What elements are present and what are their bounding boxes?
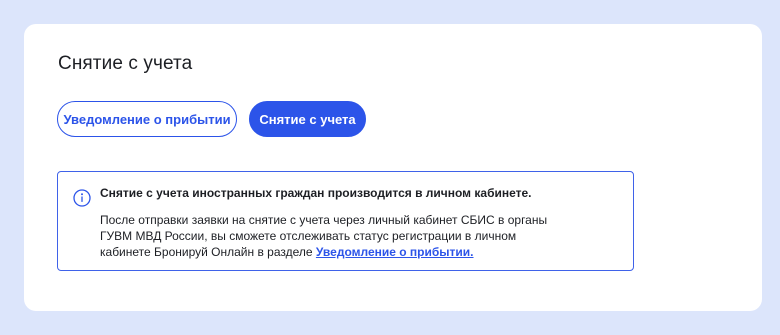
notice-heading: Снятие с учета иностранных граждан произ… — [100, 186, 532, 200]
notice-line-2: ГУВМ МВД России, вы сможете отслеживать … — [100, 229, 517, 243]
tab-deregistration[interactable]: Снятие с учета — [249, 101, 366, 137]
tab-group: Уведомление о прибытии Снятие с учета — [57, 101, 366, 137]
deregistration-card: Снятие с учета Уведомление о прибытии Сн… — [24, 24, 762, 311]
notice-body: После отправки заявки на снятие с учета … — [100, 212, 610, 260]
notice-line-3: кабинете Бронируй Онлайн в разделе — [100, 245, 316, 259]
info-notice: Снятие с учета иностранных граждан произ… — [57, 171, 634, 271]
arrival-notification-link[interactable]: Уведомление о прибытии. — [316, 245, 474, 259]
page-title: Снятие с учета — [58, 53, 193, 74]
info-icon — [73, 189, 91, 207]
notice-line-1: После отправки заявки на снятие с учета … — [100, 213, 548, 227]
tab-arrival-notification[interactable]: Уведомление о прибытии — [57, 101, 237, 137]
